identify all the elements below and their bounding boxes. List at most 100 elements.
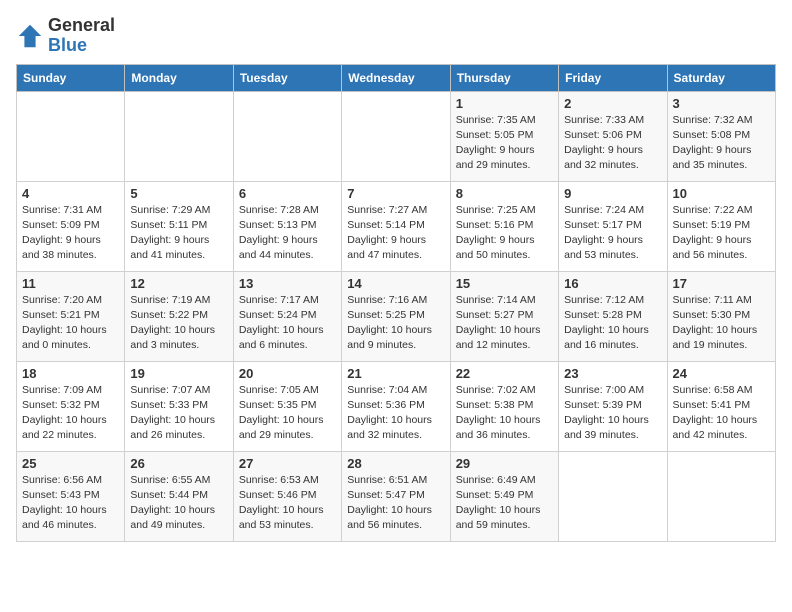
day-cell: 7 Sunrise: 7:27 AMSunset: 5:14 PMDaylight… bbox=[342, 181, 450, 271]
day-info: Sunrise: 7:28 AMSunset: 5:13 PMDaylight:… bbox=[239, 203, 336, 264]
day-info: Sunrise: 7:20 AMSunset: 5:21 PMDaylight:… bbox=[22, 293, 119, 354]
day-cell: 2 Sunrise: 7:33 AMSunset: 5:06 PMDaylight… bbox=[559, 91, 667, 181]
day-number: 12 bbox=[130, 276, 227, 291]
day-number: 17 bbox=[673, 276, 770, 291]
day-cell: 22 Sunrise: 7:02 AMSunset: 5:38 PMDayligh… bbox=[450, 361, 558, 451]
header-cell-saturday: Saturday bbox=[667, 64, 775, 91]
day-cell: 20 Sunrise: 7:05 AMSunset: 5:35 PMDayligh… bbox=[233, 361, 341, 451]
header-cell-sunday: Sunday bbox=[17, 64, 125, 91]
day-info: Sunrise: 6:56 AMSunset: 5:43 PMDaylight:… bbox=[22, 473, 119, 534]
day-number: 9 bbox=[564, 186, 661, 201]
day-cell: 18 Sunrise: 7:09 AMSunset: 5:32 PMDayligh… bbox=[17, 361, 125, 451]
day-number: 19 bbox=[130, 366, 227, 381]
day-number: 11 bbox=[22, 276, 119, 291]
day-number: 25 bbox=[22, 456, 119, 471]
calendar-table: SundayMondayTuesdayWednesdayThursdayFrid… bbox=[16, 64, 776, 542]
day-number: 27 bbox=[239, 456, 336, 471]
day-number: 1 bbox=[456, 96, 553, 111]
day-info: Sunrise: 6:49 AMSunset: 5:49 PMDaylight:… bbox=[456, 473, 553, 534]
day-info: Sunrise: 7:09 AMSunset: 5:32 PMDaylight:… bbox=[22, 383, 119, 444]
header: General Blue bbox=[16, 16, 776, 56]
day-number: 10 bbox=[673, 186, 770, 201]
day-cell: 26 Sunrise: 6:55 AMSunset: 5:44 PMDayligh… bbox=[125, 451, 233, 541]
day-number: 28 bbox=[347, 456, 444, 471]
day-cell: 10 Sunrise: 7:22 AMSunset: 5:19 PMDayligh… bbox=[667, 181, 775, 271]
day-info: Sunrise: 7:16 AMSunset: 5:25 PMDaylight:… bbox=[347, 293, 444, 354]
day-cell: 14 Sunrise: 7:16 AMSunset: 5:25 PMDayligh… bbox=[342, 271, 450, 361]
day-number: 22 bbox=[456, 366, 553, 381]
day-number: 23 bbox=[564, 366, 661, 381]
day-cell bbox=[559, 451, 667, 541]
day-info: Sunrise: 6:55 AMSunset: 5:44 PMDaylight:… bbox=[130, 473, 227, 534]
day-info: Sunrise: 7:35 AMSunset: 5:05 PMDaylight:… bbox=[456, 113, 553, 174]
day-number: 20 bbox=[239, 366, 336, 381]
day-info: Sunrise: 6:51 AMSunset: 5:47 PMDaylight:… bbox=[347, 473, 444, 534]
day-info: Sunrise: 7:31 AMSunset: 5:09 PMDaylight:… bbox=[22, 203, 119, 264]
week-row-2: 4 Sunrise: 7:31 AMSunset: 5:09 PMDaylight… bbox=[17, 181, 776, 271]
logo-text: General Blue bbox=[48, 16, 115, 56]
day-info: Sunrise: 7:29 AMSunset: 5:11 PMDaylight:… bbox=[130, 203, 227, 264]
day-number: 15 bbox=[456, 276, 553, 291]
day-number: 24 bbox=[673, 366, 770, 381]
day-cell: 13 Sunrise: 7:17 AMSunset: 5:24 PMDayligh… bbox=[233, 271, 341, 361]
day-cell: 9 Sunrise: 7:24 AMSunset: 5:17 PMDaylight… bbox=[559, 181, 667, 271]
day-number: 8 bbox=[456, 186, 553, 201]
header-cell-tuesday: Tuesday bbox=[233, 64, 341, 91]
header-cell-friday: Friday bbox=[559, 64, 667, 91]
day-cell: 19 Sunrise: 7:07 AMSunset: 5:33 PMDayligh… bbox=[125, 361, 233, 451]
day-number: 4 bbox=[22, 186, 119, 201]
day-number: 21 bbox=[347, 366, 444, 381]
day-cell: 28 Sunrise: 6:51 AMSunset: 5:47 PMDayligh… bbox=[342, 451, 450, 541]
day-cell: 16 Sunrise: 7:12 AMSunset: 5:28 PMDayligh… bbox=[559, 271, 667, 361]
day-info: Sunrise: 7:24 AMSunset: 5:17 PMDaylight:… bbox=[564, 203, 661, 264]
day-cell bbox=[342, 91, 450, 181]
day-number: 7 bbox=[347, 186, 444, 201]
day-cell bbox=[233, 91, 341, 181]
day-cell: 12Sunrise: 7:19 AMSunset: 5:22 PMDayligh… bbox=[125, 271, 233, 361]
day-cell: 17 Sunrise: 7:11 AMSunset: 5:30 PMDayligh… bbox=[667, 271, 775, 361]
header-row: SundayMondayTuesdayWednesdayThursdayFrid… bbox=[17, 64, 776, 91]
logo: General Blue bbox=[16, 16, 115, 56]
day-cell: 15 Sunrise: 7:14 AMSunset: 5:27 PMDayligh… bbox=[450, 271, 558, 361]
week-row-4: 18 Sunrise: 7:09 AMSunset: 5:32 PMDayligh… bbox=[17, 361, 776, 451]
day-info: Sunrise: 7:25 AMSunset: 5:16 PMDaylight:… bbox=[456, 203, 553, 264]
day-info: Sunrise: 7:00 AMSunset: 5:39 PMDaylight:… bbox=[564, 383, 661, 444]
week-row-1: 1 Sunrise: 7:35 AMSunset: 5:05 PMDaylight… bbox=[17, 91, 776, 181]
day-number: 18 bbox=[22, 366, 119, 381]
day-cell: 1 Sunrise: 7:35 AMSunset: 5:05 PMDaylight… bbox=[450, 91, 558, 181]
day-info: Sunrise: 7:02 AMSunset: 5:38 PMDaylight:… bbox=[456, 383, 553, 444]
day-cell: 27Sunrise: 6:53 AMSunset: 5:46 PMDayligh… bbox=[233, 451, 341, 541]
day-number: 13 bbox=[239, 276, 336, 291]
logo-icon bbox=[16, 22, 44, 50]
day-info: Sunrise: 7:22 AMSunset: 5:19 PMDaylight:… bbox=[673, 203, 770, 264]
day-info: Sunrise: 7:27 AMSunset: 5:14 PMDaylight:… bbox=[347, 203, 444, 264]
day-number: 6 bbox=[239, 186, 336, 201]
header-cell-wednesday: Wednesday bbox=[342, 64, 450, 91]
day-info: Sunrise: 7:32 AMSunset: 5:08 PMDaylight:… bbox=[673, 113, 770, 174]
day-number: 2 bbox=[564, 96, 661, 111]
day-cell bbox=[125, 91, 233, 181]
day-info: Sunrise: 7:05 AMSunset: 5:35 PMDaylight:… bbox=[239, 383, 336, 444]
day-cell bbox=[667, 451, 775, 541]
day-number: 3 bbox=[673, 96, 770, 111]
day-info: Sunrise: 7:14 AMSunset: 5:27 PMDaylight:… bbox=[456, 293, 553, 354]
day-info: Sunrise: 7:17 AMSunset: 5:24 PMDaylight:… bbox=[239, 293, 336, 354]
day-number: 29 bbox=[456, 456, 553, 471]
day-cell: 8 Sunrise: 7:25 AMSunset: 5:16 PMDaylight… bbox=[450, 181, 558, 271]
day-info: Sunrise: 6:58 AMSunset: 5:41 PMDaylight:… bbox=[673, 383, 770, 444]
day-info: Sunrise: 7:33 AMSunset: 5:06 PMDaylight:… bbox=[564, 113, 661, 174]
day-info: Sunrise: 7:12 AMSunset: 5:28 PMDaylight:… bbox=[564, 293, 661, 354]
day-info: Sunrise: 7:04 AMSunset: 5:36 PMDaylight:… bbox=[347, 383, 444, 444]
day-info: Sunrise: 7:11 AMSunset: 5:30 PMDaylight:… bbox=[673, 293, 770, 354]
day-cell: 11 Sunrise: 7:20 AMSunset: 5:21 PMDayligh… bbox=[17, 271, 125, 361]
day-number: 26 bbox=[130, 456, 227, 471]
day-info: Sunrise: 7:07 AMSunset: 5:33 PMDaylight:… bbox=[130, 383, 227, 444]
day-cell: 21 Sunrise: 7:04 AMSunset: 5:36 PMDayligh… bbox=[342, 361, 450, 451]
day-cell: 4 Sunrise: 7:31 AMSunset: 5:09 PMDaylight… bbox=[17, 181, 125, 271]
day-number: 14 bbox=[347, 276, 444, 291]
header-cell-thursday: Thursday bbox=[450, 64, 558, 91]
day-number: 16 bbox=[564, 276, 661, 291]
day-cell: 23 Sunrise: 7:00 AMSunset: 5:39 PMDayligh… bbox=[559, 361, 667, 451]
header-cell-monday: Monday bbox=[125, 64, 233, 91]
day-number: 5 bbox=[130, 186, 227, 201]
